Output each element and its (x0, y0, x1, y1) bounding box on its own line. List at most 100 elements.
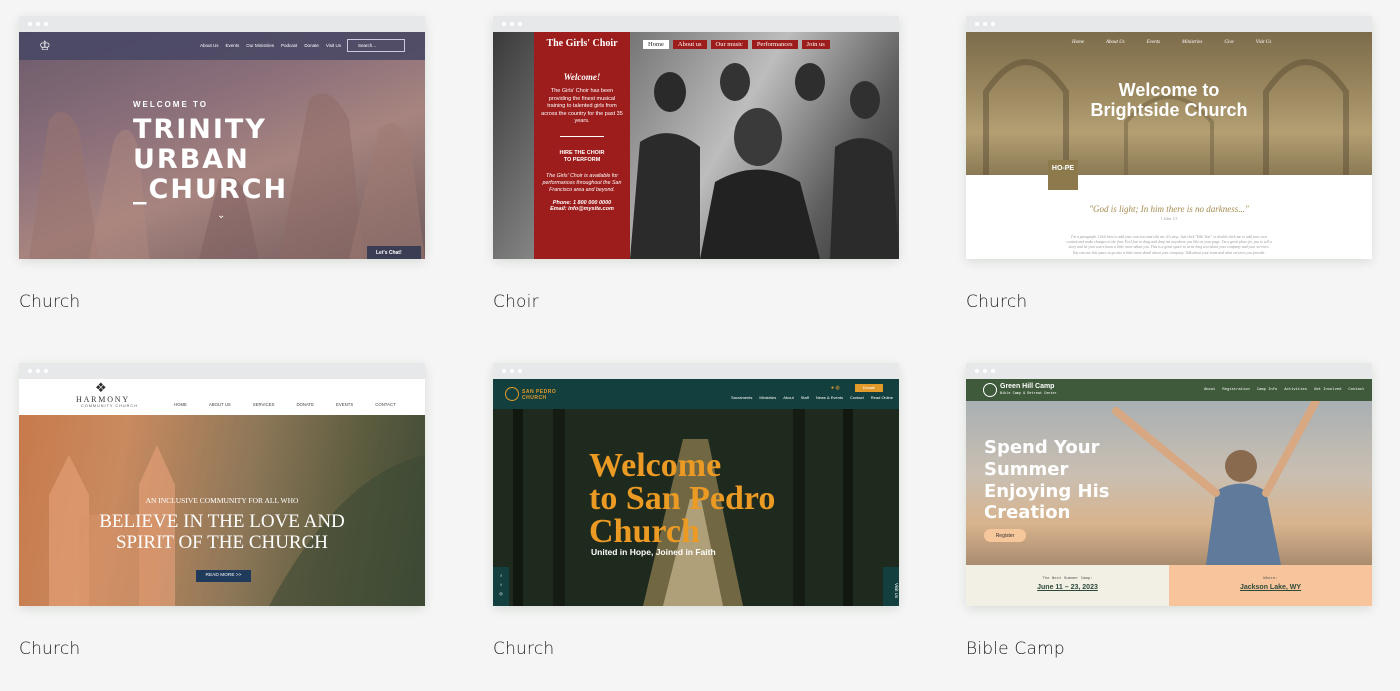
facebook-icon: f (500, 573, 502, 578)
template-label: Church (966, 292, 1028, 312)
tagline: United in Hope, Joined in Faith (591, 547, 716, 557)
template-card-green-hill[interactable]: Green Hill Camp Bible Camp & Retreat Cen… (966, 363, 1372, 659)
search-box: Search... (347, 39, 405, 52)
title-line: Enjoying His (984, 481, 1110, 502)
site-nav: ♔ About Us Events Our Ministries Podcast… (19, 32, 425, 60)
nav-link: Home (1072, 40, 1084, 45)
title-line: Spend Your (984, 437, 1100, 458)
browser-chrome (493, 363, 899, 379)
choir-photo (630, 63, 899, 259)
site-nav: SAN PEDRO CHURCH ● ◍ Donate Sacraments M… (493, 379, 899, 409)
nav-link: ABOUT US (208, 402, 231, 407)
logo-icon (505, 387, 519, 401)
site-nav: Home About us Our music Performances Joi… (643, 40, 830, 49)
nav-link: Give (1224, 40, 1234, 45)
nav-link: About (1204, 388, 1216, 392)
social-bar: f t ◎ (493, 567, 509, 606)
title-line: _CHURCH (133, 174, 289, 205)
template-preview[interactable]: Home About Us Events Ministries Give Vis… (966, 16, 1372, 259)
site-nav: Green Hill Camp Bible Camp & Retreat Cen… (966, 379, 1372, 401)
title-line: Brightside Church (1090, 100, 1248, 120)
template-card-harmony[interactable]: ❖ HARMONY COMMUNITY CHURCH HOME ABOUT US… (19, 363, 425, 659)
nav-link: Registration (1222, 388, 1250, 392)
visit-us-tab: Visit Us (883, 567, 899, 606)
nav-link: Our music (710, 40, 748, 49)
title-line: Welcome to (1118, 80, 1220, 100)
nav-link: Donate (304, 43, 319, 48)
nav-link: Activities (1284, 388, 1308, 392)
next-camp-caption: The Next Summer Camp: (1042, 577, 1093, 581)
hire-heading: TO PERFORM (563, 157, 601, 163)
location-box: Where: Jackson Lake, WY (1169, 565, 1372, 606)
nav-link: EVENTS (336, 402, 354, 407)
template-preview[interactable]: ❖ HARMONY COMMUNITY CHURCH HOME ABOUT US… (19, 363, 425, 606)
template-card-brightside[interactable]: Home About Us Events Ministries Give Vis… (966, 16, 1372, 312)
hire-heading: HIRE THE CHOIR (559, 149, 605, 156)
nav-link: Ministries (1182, 40, 1203, 45)
template-card-san-pedro[interactable]: SAN PEDRO CHURCH ● ◍ Donate Sacraments M… (493, 363, 899, 659)
nav-link: About Us (200, 43, 219, 48)
nav-link: SERVICES (252, 402, 275, 407)
donate-button: Donate (855, 384, 883, 392)
chevron-down-icon: ⌄ (217, 210, 226, 221)
nav-link: About Us (1105, 40, 1125, 45)
nav-link: Contact (1348, 388, 1365, 392)
nav-link: Visit Us (325, 43, 341, 48)
citation-text: 1 John 1:5 (1160, 216, 1178, 221)
template-label: Choir (493, 292, 539, 312)
next-camp-box: The Next Summer Camp: June 11 – 23, 2023 (966, 565, 1169, 606)
title-line: URBAN (133, 144, 250, 175)
nav-link: About us (672, 40, 707, 49)
welcome-text: WELCOME TO (133, 100, 208, 109)
nav-link: Camp Info (1256, 388, 1278, 392)
welcome-heading: Welcome! (563, 72, 601, 82)
nav-link: Join us (801, 40, 830, 49)
site-nav: ❖ HARMONY COMMUNITY CHURCH HOME ABOUT US… (19, 379, 425, 415)
browser-chrome (966, 16, 1372, 32)
logo-subtitle: COMMUNITY CHURCH (81, 404, 138, 408)
template-preview[interactable]: Home About us Our music Performances Joi… (493, 16, 899, 259)
template-preview[interactable]: ♔ About Us Events Our Ministries Podcast… (19, 16, 425, 259)
nav-link: Get Involved (1314, 388, 1342, 392)
site-screenshot: ❖ HARMONY COMMUNITY CHURCH HOME ABOUT US… (19, 379, 425, 606)
title-line: Summer (984, 459, 1069, 480)
nav-link: Home (643, 40, 669, 49)
nav-link: Our Ministries (246, 43, 275, 48)
template-card-choir[interactable]: Home About us Our music Performances Joi… (493, 16, 899, 312)
site-screenshot: Home About us Our music Performances Joi… (493, 32, 899, 259)
nav-link: Podcast (281, 43, 298, 48)
browser-chrome (493, 16, 899, 32)
template-label: Church (19, 292, 81, 312)
site-title: The Girls' Choir (546, 38, 618, 49)
template-card-trinity[interactable]: ♔ About Us Events Our Ministries Podcast… (19, 16, 425, 312)
location-caption: Where: (1263, 577, 1278, 581)
divider (560, 135, 604, 137)
nav-link: Events (1146, 40, 1161, 45)
logo-subtitle: Bible Camp & Retreat Center (1000, 392, 1057, 396)
nav-link: Ministries (759, 395, 777, 400)
title-line: BELIEVE IN THE LOVE AND (99, 511, 345, 532)
intro-text: AN INCLUSIVE COMMUNITY FOR ALL WHO (145, 496, 299, 505)
nav-link: Performances (751, 40, 798, 49)
template-preview[interactable]: SAN PEDRO CHURCH ● ◍ Donate Sacraments M… (493, 363, 899, 606)
logo-icon: ❖ (95, 380, 107, 395)
browser-chrome (966, 363, 1372, 379)
site-screenshot: ♔ About Us Events Our Ministries Podcast… (19, 32, 425, 259)
nav-link: HOME (174, 402, 187, 407)
user-icon: ● ◍ (831, 385, 840, 391)
intro-text: The Girls' Choir has been providing the … (541, 88, 623, 124)
browser-chrome (19, 363, 425, 379)
nav-link: Staff (800, 395, 809, 400)
quote-text: "God is light; In him there is no darkne… (1089, 204, 1249, 214)
email-text: Email: info@mysite.com (550, 205, 614, 212)
browser-chrome (19, 16, 425, 32)
nav-link: DONATE (296, 402, 315, 407)
site-screenshot: SAN PEDRO CHURCH ● ◍ Donate Sacraments M… (493, 379, 899, 606)
title-line: TRINITY (133, 114, 267, 145)
nav-link: Events (225, 43, 240, 48)
nav-link: News & Events (815, 395, 843, 400)
title-line: Church (589, 513, 700, 550)
twitter-icon: t (500, 582, 502, 587)
logo-title: HARMONY (76, 395, 130, 404)
template-preview[interactable]: Green Hill Camp Bible Camp & Retreat Cen… (966, 363, 1372, 606)
